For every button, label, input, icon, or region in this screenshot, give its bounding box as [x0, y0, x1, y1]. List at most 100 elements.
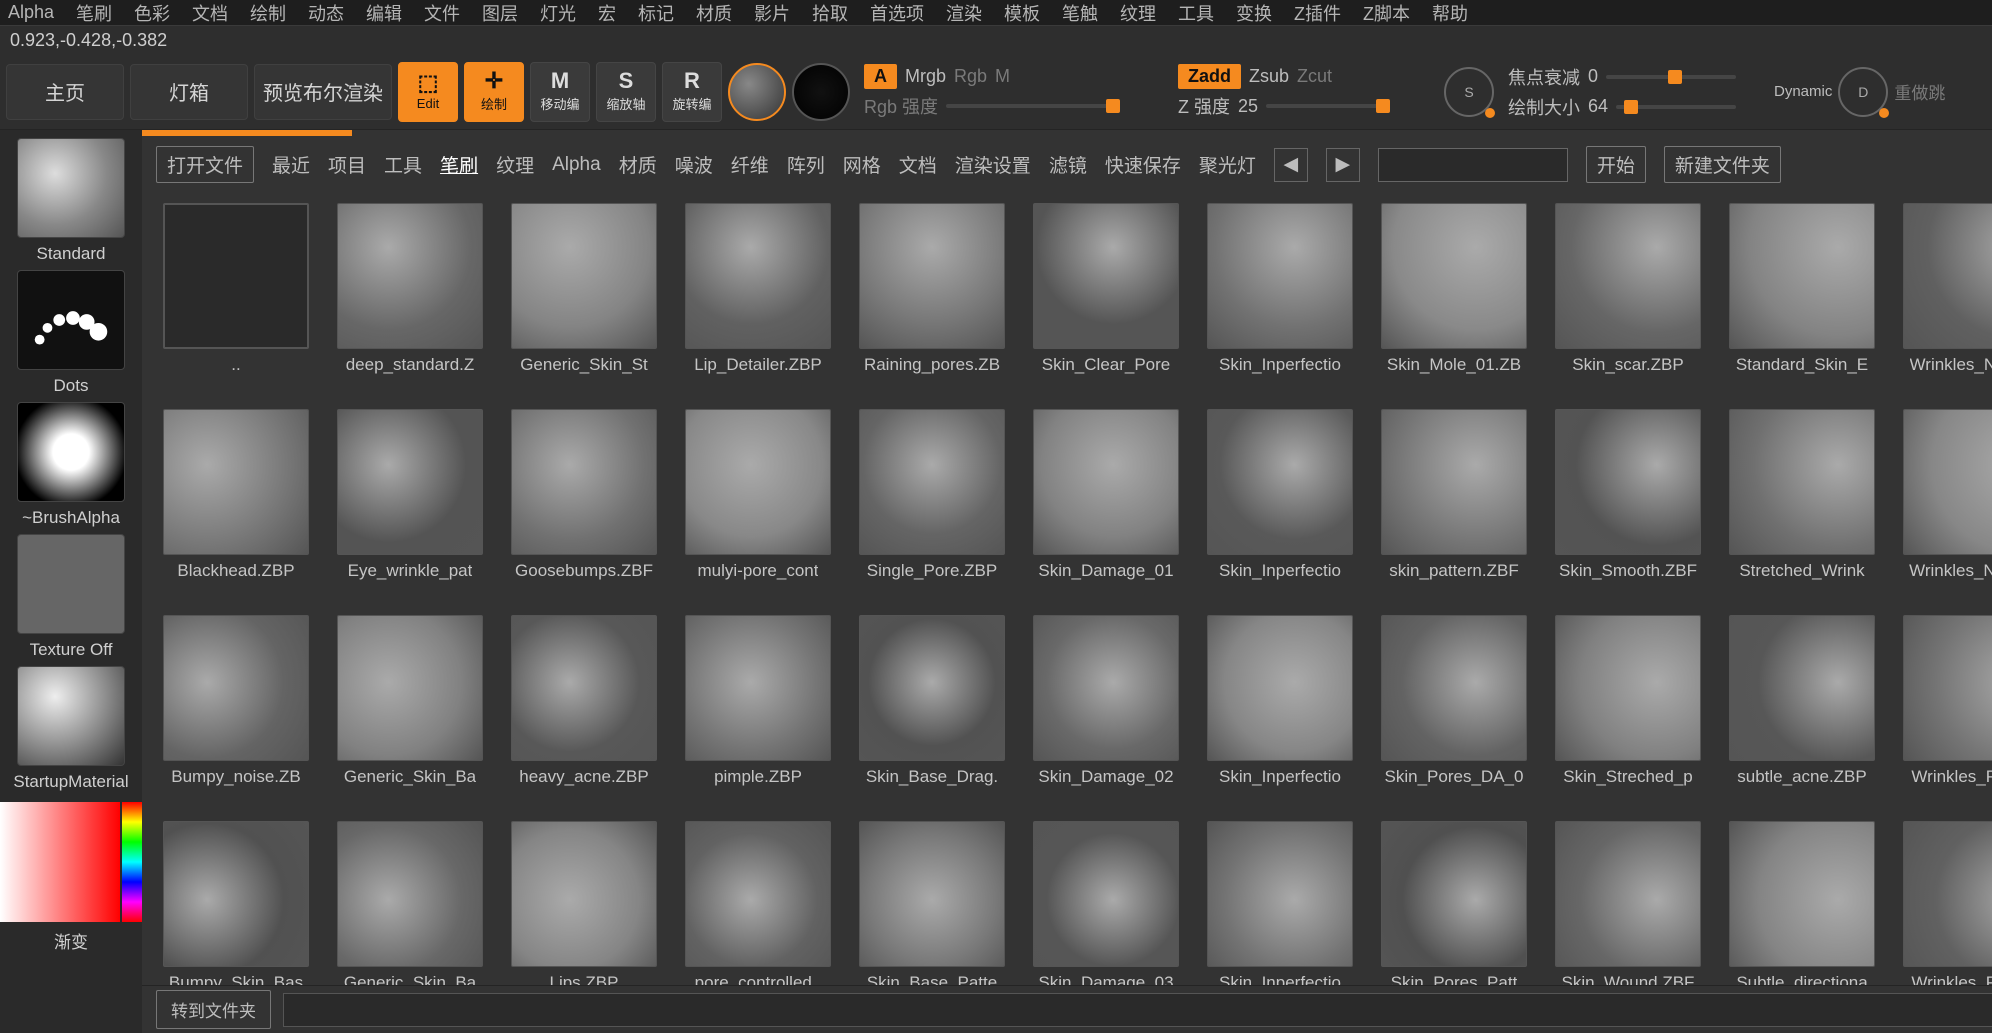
brush-item[interactable]: subtle_acne.ZBP	[1722, 615, 1882, 805]
tab-doc[interactable]: 文档	[899, 151, 937, 178]
tab-filter[interactable]: 滤镜	[1049, 151, 1087, 178]
menu-macro[interactable]: 宏	[598, 0, 616, 26]
brush-item[interactable]: pore_controlled_	[678, 821, 838, 985]
brush-item[interactable]: Skin_Pores_Patt	[1374, 821, 1534, 985]
brush-item[interactable]: Single_Pore.ZBP	[852, 409, 1012, 599]
menu-file[interactable]: 文件	[424, 0, 460, 26]
menu-help[interactable]: 帮助	[1432, 0, 1468, 26]
brush-item[interactable]: Wrinkles_Pattern	[1896, 821, 1992, 985]
menu-layer[interactable]: 图层	[482, 0, 518, 26]
brush-item[interactable]: Generic_Skin_Ba	[330, 615, 490, 805]
brush-item[interactable]: Skin_Base_Drag.	[852, 615, 1012, 805]
rotate-mode-button[interactable]: R 旋转编	[662, 62, 722, 122]
menu-render[interactable]: 渲染	[946, 0, 982, 26]
brush-item[interactable]: Skin_Base_Patte	[852, 821, 1012, 985]
menu-document[interactable]: 文档	[192, 0, 228, 26]
next-page-button[interactable]: ▶	[1326, 148, 1360, 182]
brush-item[interactable]: Skin_Streched_p	[1548, 615, 1708, 805]
brush-item[interactable]: skin_pattern.ZBF	[1374, 409, 1534, 599]
zadd-toggle[interactable]: Zadd	[1178, 64, 1241, 89]
brush-item[interactable]: Skin_Clear_Pore	[1026, 203, 1186, 393]
brush-item[interactable]: Bumpy_noise.ZB	[156, 615, 316, 805]
brush-item[interactable]: Wrinkles_Neck_F	[1896, 203, 1992, 393]
brush-item[interactable]: Subtle_directiona	[1722, 821, 1882, 985]
brush-item[interactable]: Skin_Wound.ZBF	[1548, 821, 1708, 985]
open-file-button[interactable]: 打开文件	[156, 146, 254, 183]
folder-path-input[interactable]	[283, 993, 1992, 1027]
brush-item[interactable]: Eye_wrinkle_pat	[330, 409, 490, 599]
menu-zplugin[interactable]: Z插件	[1294, 0, 1341, 26]
menu-stencil[interactable]: 模板	[1004, 0, 1040, 26]
zsub-toggle[interactable]: Zsub	[1249, 66, 1289, 87]
m-toggle[interactable]: M	[995, 66, 1010, 87]
material-thumbnail[interactable]	[17, 666, 125, 766]
color-picker[interactable]	[0, 802, 142, 922]
brush-item[interactable]: Goosebumps.ZBF	[504, 409, 664, 599]
brush-item[interactable]: Lips.ZBP	[504, 821, 664, 985]
tab-array[interactable]: 阵列	[787, 151, 825, 178]
menu-alpha[interactable]: Alpha	[8, 2, 54, 23]
menu-preferences[interactable]: 首选项	[870, 0, 924, 26]
search-input[interactable]	[1378, 148, 1568, 182]
menu-brush[interactable]: 笔刷	[76, 0, 112, 26]
menu-dynamic[interactable]: 动态	[308, 0, 344, 26]
drawsize-dial[interactable]: D	[1838, 67, 1888, 117]
menu-light[interactable]: 灯光	[540, 0, 576, 26]
goto-folder-button[interactable]: 转到文件夹	[156, 990, 271, 1029]
brush-item[interactable]: Generic_Skin_Ba	[330, 821, 490, 985]
home-button[interactable]: 主页	[6, 64, 124, 120]
brush-item[interactable]: Standard_Skin_E	[1722, 203, 1882, 393]
brush-item[interactable]: Skin_Damage_02	[1026, 615, 1186, 805]
menu-pick[interactable]: 拾取	[812, 0, 848, 26]
tab-quicksave[interactable]: 快速保存	[1105, 151, 1181, 178]
menu-texture[interactable]: 纹理	[1120, 0, 1156, 26]
menu-marker[interactable]: 标记	[638, 0, 674, 26]
brush-item[interactable]: mulyi-pore_cont	[678, 409, 838, 599]
menu-material[interactable]: 材质	[696, 0, 732, 26]
draw-mode-button[interactable]: ✛ 绘制	[464, 62, 524, 122]
menu-tool[interactable]: 工具	[1178, 0, 1214, 26]
brush-item[interactable]: Wrinkles_Pattern	[1896, 615, 1992, 805]
zcut-toggle[interactable]: Zcut	[1297, 66, 1332, 87]
brush-item[interactable]: Blackhead.ZBP	[156, 409, 316, 599]
alpha-thumbnail[interactable]	[17, 402, 125, 502]
brush-item[interactable]: deep_standard.Z	[330, 203, 490, 393]
tab-tools[interactable]: 工具	[384, 151, 422, 178]
focal-slider[interactable]	[1606, 75, 1736, 79]
tab-recent[interactable]: 最近	[272, 151, 310, 178]
texture-thumbnail[interactable]	[17, 534, 125, 634]
brush-item[interactable]: Raining_pores.ZB	[852, 203, 1012, 393]
dynamic-label[interactable]: Dynamic	[1774, 83, 1832, 100]
menu-stroke[interactable]: 笔触	[1062, 0, 1098, 26]
tab-render[interactable]: 渲染设置	[955, 151, 1031, 178]
a-toggle[interactable]: A	[864, 64, 897, 89]
menu-zscript[interactable]: Z脚本	[1363, 0, 1410, 26]
menu-transform[interactable]: 变换	[1236, 0, 1272, 26]
focal-shift-dial[interactable]: S	[1444, 67, 1494, 117]
tab-alpha[interactable]: Alpha	[552, 154, 601, 176]
scale-mode-button[interactable]: S 缩放轴	[596, 62, 656, 122]
brush-item[interactable]: Skin_Inperfectio	[1200, 203, 1360, 393]
move-mode-button[interactable]: M 移动编	[530, 62, 590, 122]
brush-item[interactable]: Skin_Inperfectio	[1200, 615, 1360, 805]
tab-spotlight[interactable]: 聚光灯	[1199, 151, 1256, 178]
brush-item[interactable]: heavy_acne.ZBP	[504, 615, 664, 805]
new-folder-button[interactable]: 新建文件夹	[1664, 146, 1781, 183]
brush-item[interactable]: Lip_Detailer.ZBP	[678, 203, 838, 393]
prev-page-button[interactable]: ◀	[1274, 148, 1308, 182]
ying-yang-icon[interactable]	[792, 63, 850, 121]
rgb-toggle[interactable]: Rgb	[954, 66, 987, 87]
menu-edit[interactable]: 编辑	[366, 0, 402, 26]
brush-item[interactable]: Skin_Pores_DA_0	[1374, 615, 1534, 805]
brush-item[interactable]: Skin_Smooth.ZBF	[1548, 409, 1708, 599]
drawsize-slider[interactable]	[1616, 105, 1736, 109]
brush-item[interactable]: Skin_Inperfectio	[1200, 409, 1360, 599]
brush-item[interactable]: Skin_Damage_03	[1026, 821, 1186, 985]
brush-item[interactable]: pimple.ZBP	[678, 615, 838, 805]
menu-draw[interactable]: 绘制	[250, 0, 286, 26]
z-intensity-slider[interactable]	[1266, 104, 1386, 108]
brush-thumbnail[interactable]	[17, 138, 125, 238]
brush-item[interactable]: Skin_Damage_01	[1026, 409, 1186, 599]
brush-item[interactable]: Skin_Inperfectio	[1200, 821, 1360, 985]
tab-grid[interactable]: 网格	[843, 151, 881, 178]
